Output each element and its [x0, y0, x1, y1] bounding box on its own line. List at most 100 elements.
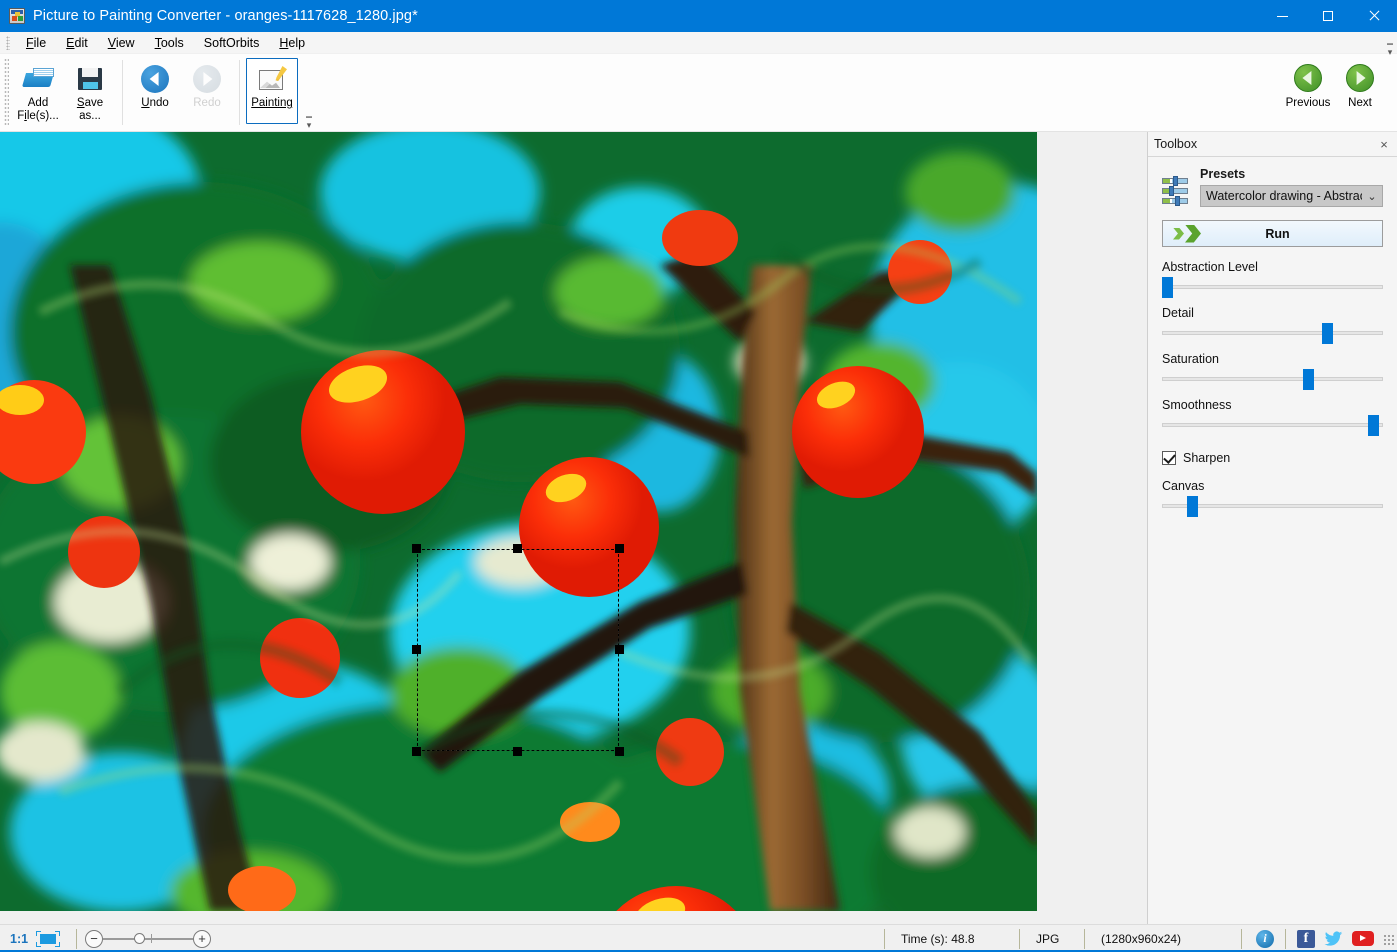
navigation-overflow-icon[interactable]: ▾	[1383, 40, 1397, 56]
menu-grip-handle[interactable]	[6, 36, 10, 50]
detail-thumb[interactable]	[1322, 323, 1333, 344]
menu-help-label: elp	[288, 36, 305, 50]
minimize-button[interactable]	[1259, 0, 1305, 32]
run-arrow-icon	[1171, 224, 1211, 244]
preset-select[interactable]: Watercolor drawing - Abstractio ⌄	[1200, 185, 1383, 207]
painting-button[interactable]: Painting	[246, 58, 298, 124]
painting-photo-pencil-icon	[257, 64, 287, 94]
file-format: JPG	[1028, 932, 1076, 946]
info-icon[interactable]: i	[1256, 930, 1274, 948]
zoom-slider-thumb[interactable]	[134, 933, 145, 944]
image-canvas-area[interactable]	[0, 132, 1147, 924]
detail-track	[1162, 331, 1383, 335]
undo-button[interactable]: Undo	[129, 58, 181, 124]
smoothness-slider[interactable]	[1162, 419, 1383, 431]
floppy-disk-icon	[75, 64, 105, 94]
toolbar-grip-handle[interactable]	[4, 58, 9, 127]
app-picture-icon	[9, 8, 25, 24]
selection-border	[417, 549, 619, 751]
save-as-button[interactable]: Saveas...	[64, 58, 116, 124]
menu-help[interactable]: Help	[269, 34, 315, 52]
twitter-icon[interactable]	[1324, 931, 1343, 947]
run-button[interactable]: Run	[1162, 220, 1383, 247]
selection-handle-nw[interactable]	[412, 544, 421, 553]
toolbar-separator-2	[239, 60, 240, 125]
selection-handle-se[interactable]	[615, 747, 624, 756]
presets-label: Presets	[1200, 167, 1383, 181]
menu-view-label: iew	[116, 36, 135, 50]
abstraction-level-slider[interactable]	[1162, 281, 1383, 293]
oranges-painting-canvas[interactable]	[0, 132, 1037, 911]
chevron-down-icon: ⌄	[1362, 186, 1382, 206]
smoothness-track	[1162, 423, 1383, 427]
save-as-label: Saveas...	[77, 97, 103, 123]
zoom-out-button[interactable]: −	[85, 930, 103, 948]
status-divider-1	[76, 929, 77, 949]
zoom-ratio-label[interactable]: 1:1	[0, 932, 35, 946]
title-bar: Picture to Painting Converter - oranges-…	[0, 0, 1397, 32]
menu-view[interactable]: View	[98, 34, 145, 52]
toolbox-header: Toolbox ×	[1148, 132, 1397, 157]
menu-bar: File Edit View Tools SoftOrbits Help	[0, 32, 1397, 54]
selection-handle-n[interactable]	[513, 544, 522, 553]
youtube-icon[interactable]	[1352, 931, 1374, 946]
presets-column: Presets Watercolor drawing - Abstractio …	[1200, 167, 1383, 207]
selection-handle-s[interactable]	[513, 747, 522, 756]
next-label: Next	[1348, 97, 1372, 110]
facebook-icon[interactable]: f	[1297, 930, 1315, 948]
smoothness-thumb[interactable]	[1368, 415, 1379, 436]
status-divider-6	[1285, 929, 1286, 949]
run-label: Run	[1211, 227, 1344, 241]
abstraction-level-thumb[interactable]	[1162, 277, 1173, 298]
painting-label: Painting	[251, 97, 293, 110]
zoom-slider-track[interactable]	[103, 938, 193, 940]
redo-label: Redo	[193, 97, 221, 110]
smoothness-label: Smoothness	[1162, 398, 1383, 412]
selection-rectangle[interactable]	[417, 549, 619, 751]
toolbar-overflow-area[interactable]: ▾	[298, 54, 320, 131]
presets-sliders-icon	[1162, 177, 1190, 209]
saturation-block: Saturation	[1162, 352, 1383, 385]
toolbox-panel: Toolbox × Presets Watercolor drawing - A…	[1147, 132, 1397, 924]
selection-handle-w[interactable]	[412, 645, 421, 654]
saturation-thumb[interactable]	[1303, 369, 1314, 390]
toolbar-overflow-icon[interactable]: ▾	[302, 113, 316, 129]
menu-tools[interactable]: Tools	[145, 34, 194, 52]
selection-handle-sw[interactable]	[412, 747, 421, 756]
menu-softorbits[interactable]: SoftOrbits	[194, 34, 270, 52]
previous-button[interactable]: Previous	[1279, 58, 1337, 124]
add-files-button[interactable]: AddFile(s)...	[12, 58, 64, 124]
menu-file[interactable]: File	[16, 34, 56, 52]
minimize-icon	[1277, 16, 1288, 17]
detail-slider[interactable]	[1162, 327, 1383, 339]
open-folder-icon	[23, 64, 53, 94]
main-toolbar: AddFile(s)... Saveas... Undo Redo Painti…	[0, 54, 1397, 132]
canvas-thumb[interactable]	[1187, 496, 1198, 517]
zoom-in-button[interactable]: +	[193, 930, 211, 948]
fit-to-window-icon[interactable]	[35, 931, 61, 947]
sharpen-checkbox-row[interactable]: Sharpen	[1162, 451, 1383, 465]
canvas-block: Canvas	[1162, 479, 1383, 512]
menu-edit[interactable]: Edit	[56, 34, 98, 52]
toolbar-group-mode: Painting	[246, 54, 298, 131]
saturation-label: Saturation	[1162, 352, 1383, 366]
saturation-track	[1162, 377, 1383, 381]
close-icon	[1368, 10, 1380, 22]
undo-arrow-icon	[140, 64, 170, 94]
selection-handle-ne[interactable]	[615, 544, 624, 553]
saturation-slider[interactable]	[1162, 373, 1383, 385]
main-content: Toolbox × Presets Watercolor drawing - A…	[0, 132, 1397, 924]
preset-selected-value: Watercolor drawing - Abstractio	[1206, 189, 1362, 203]
next-button[interactable]: Next	[1337, 58, 1383, 124]
maximize-button[interactable]	[1305, 0, 1351, 32]
processing-time: Time (s): 48.8	[893, 932, 1011, 946]
close-button[interactable]	[1351, 0, 1397, 32]
application-window: Picture to Painting Converter - oranges-…	[0, 0, 1397, 952]
menu-tools-label: ools	[161, 36, 184, 50]
toolbar-group-file: AddFile(s)... Saveas...	[12, 54, 116, 131]
sharpen-checkbox[interactable]	[1162, 451, 1176, 465]
canvas-slider[interactable]	[1162, 500, 1383, 512]
toolbox-close-icon[interactable]: ×	[1371, 132, 1397, 156]
resize-grip[interactable]	[1382, 933, 1394, 945]
selection-handle-e[interactable]	[615, 645, 624, 654]
